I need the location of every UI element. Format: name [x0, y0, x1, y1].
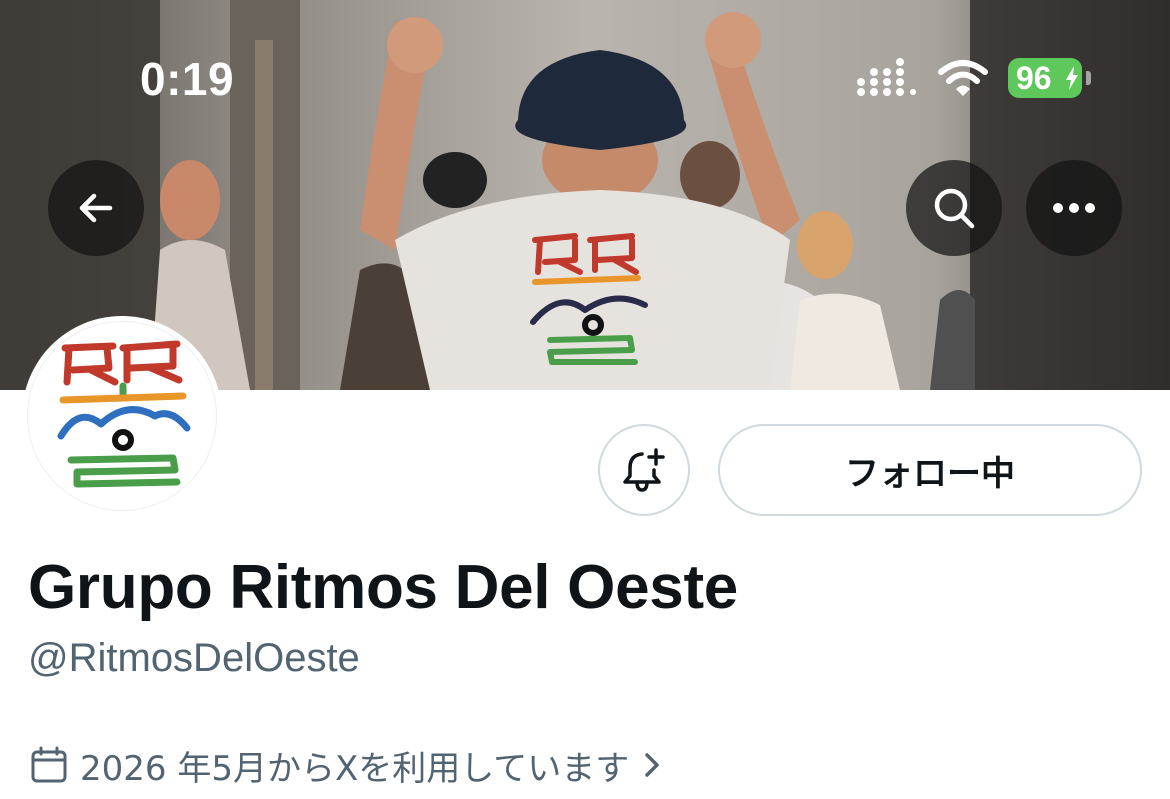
status-time: 0:19	[140, 53, 235, 105]
charging-bolt-icon	[1066, 66, 1078, 90]
joined-date-row[interactable]: 2026 年5月からXを利用しています	[30, 740, 663, 790]
battery-level: 96	[1016, 60, 1052, 96]
search-icon	[934, 188, 975, 229]
joined-date-text: 2026 年5月からXを利用しています	[80, 748, 630, 789]
back-button[interactable]	[48, 160, 144, 256]
search-button[interactable]	[906, 160, 1002, 256]
more-options-button[interactable]	[1026, 160, 1122, 256]
cellular-signal-icon	[857, 58, 916, 96]
bell-plus-icon	[623, 448, 665, 492]
profile-display-name: Grupo Ritmos Del Oeste	[28, 553, 738, 622]
ritmos-logo	[57, 340, 191, 488]
notifications-button[interactable]	[598, 424, 690, 516]
profile-handle: @RitmosDelOeste	[28, 636, 360, 680]
wifi-icon	[938, 60, 988, 96]
profile-avatar[interactable]	[22, 316, 222, 516]
battery-indicator: 96	[1008, 58, 1091, 98]
following-button[interactable]: フォロー中	[718, 424, 1142, 516]
arrow-left-icon	[79, 193, 113, 223]
calendar-icon	[31, 746, 67, 783]
chevron-right-icon	[645, 753, 659, 777]
more-horizontal-icon	[1053, 203, 1095, 213]
